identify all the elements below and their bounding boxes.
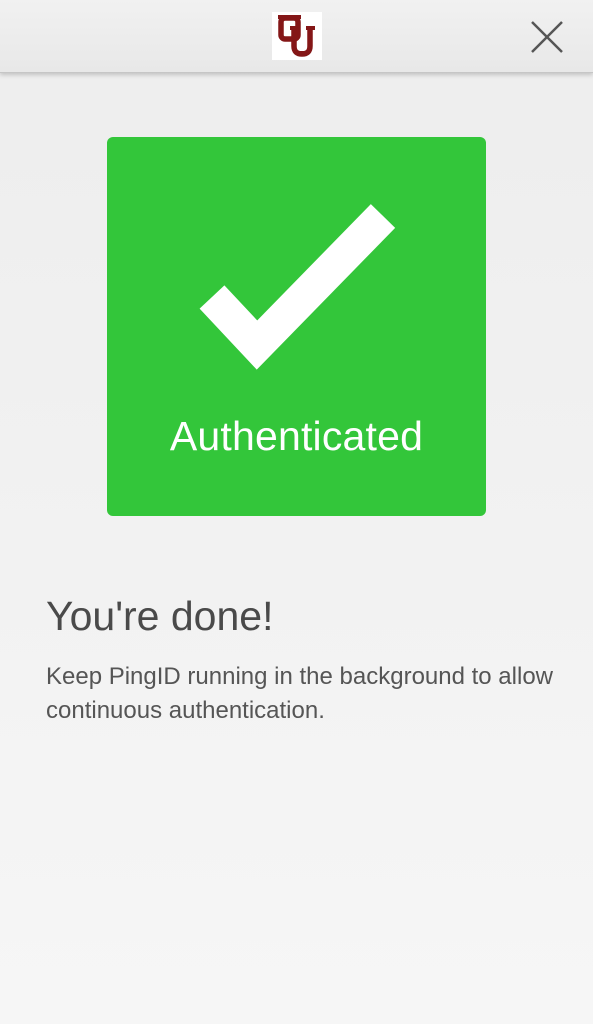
instruction-text: Keep PingID running in the background to… bbox=[46, 663, 553, 724]
page-title: You're done! bbox=[46, 593, 274, 639]
ou-logo-icon bbox=[272, 12, 322, 60]
close-button[interactable] bbox=[522, 14, 570, 62]
authenticated-label: Authenticated bbox=[169, 413, 424, 459]
app-header bbox=[0, 0, 593, 73]
close-icon bbox=[531, 21, 563, 53]
